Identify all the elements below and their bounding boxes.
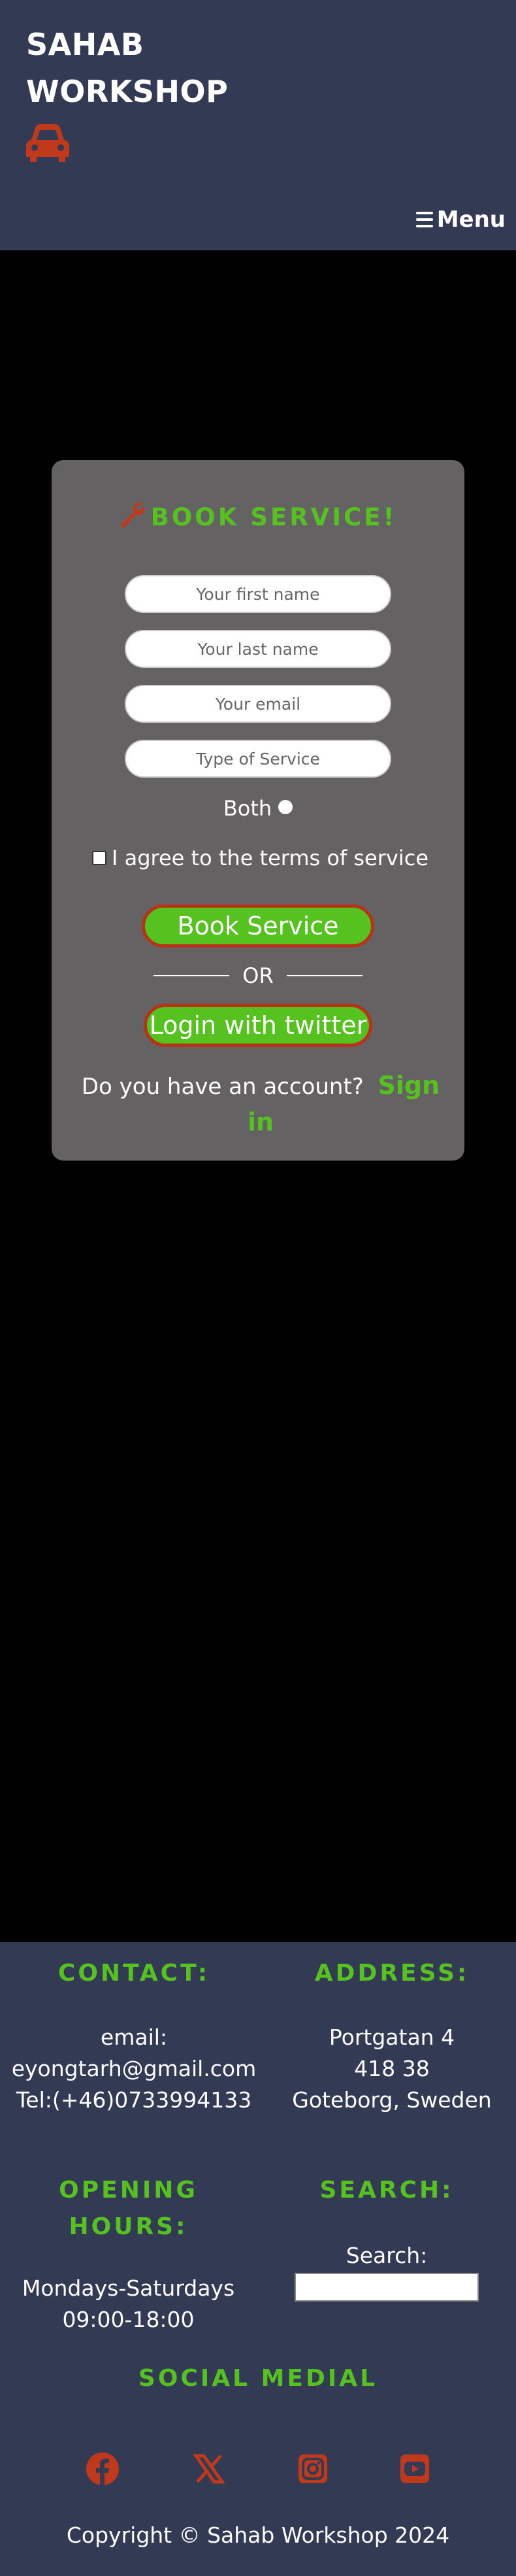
account-text: Do you have an account? — [81, 1074, 364, 1100]
divider-line-left — [153, 975, 230, 976]
account-prompt: Do you have an account? Sign in — [78, 1068, 443, 1141]
hours-heading: OPENING HOURS: — [26, 2172, 231, 2245]
brand-line-1: SAHAB — [26, 27, 144, 62]
or-label: OR — [242, 963, 274, 988]
site-header: SAHAB WORKSHOP Menu — [0, 0, 516, 250]
booking-title: BOOK SERVICE! — [52, 502, 464, 531]
service-type-input[interactable] — [125, 740, 391, 778]
hours-days: Mondays-Saturdays — [22, 2275, 235, 2301]
book-service-button[interactable]: Book Service — [142, 904, 374, 948]
first-name-input[interactable] — [125, 575, 391, 613]
x-icon[interactable] — [192, 2452, 226, 2486]
contact-phone[interactable]: Tel:(+46)0733994133 — [0, 2085, 268, 2116]
or-divider: OR — [52, 963, 464, 988]
hours-time: 09:00-18:00 — [62, 2307, 195, 2332]
booking-title-text: BOOK SERVICE! — [150, 503, 397, 531]
site-footer: CONTACT: email: eyongtarh@gmail.com Tel:… — [0, 1942, 516, 2576]
hours-heading-line-1: OPENING — [59, 2177, 198, 2204]
twitter-login-button[interactable]: Login with twitter — [144, 1004, 372, 1047]
footer-search-input[interactable] — [295, 2273, 479, 2302]
youtube-icon[interactable] — [398, 2452, 432, 2486]
hamburger-icon — [415, 212, 433, 227]
contact-email[interactable]: eyongtarh@gmail.com — [0, 2053, 268, 2085]
terms-checkbox[interactable] — [92, 851, 106, 865]
last-name-input[interactable] — [125, 630, 391, 668]
address-street: Portgatan 4 — [329, 2024, 455, 2050]
search-heading: SEARCH: — [319, 2177, 454, 2204]
copyright: Copyright © Sahab Workshop 2024 — [66, 2522, 450, 2548]
social-heading: SOCIAL MEDIAL — [138, 2365, 378, 2392]
service-radio[interactable]: Both — [52, 796, 464, 821]
hours-info: Mondays-Saturdays 09:00-18:00 — [0, 2273, 257, 2336]
brand-line-2: WORKSHOP — [26, 74, 229, 109]
hours-heading-line-2: HOURS: — [69, 2213, 188, 2240]
address-info: Portgatan 4 418 38 Goteborg, Sweden — [281, 2022, 503, 2116]
booking-card: BOOK SERVICE! Both I agree to the terms … — [52, 460, 464, 1161]
terms-row: I agree to the terms of service — [92, 846, 428, 870]
car-icon — [26, 124, 69, 162]
email-input[interactable] — [125, 685, 391, 723]
brand-name[interactable]: SAHAB WORKSHOP — [26, 21, 228, 115]
contact-info: email: eyongtarh@gmail.com Tel:(+46)0733… — [0, 2022, 268, 2116]
terms-label: I agree to the terms of service — [112, 846, 428, 870]
contact-heading: CONTACT: — [57, 1960, 210, 1987]
address-city: Goteborg, Sweden — [292, 2087, 492, 2113]
search-label: Search: — [346, 2243, 428, 2268]
radio-button[interactable] — [278, 800, 293, 814]
instagram-icon[interactable] — [296, 2452, 330, 2486]
contact-email-label: email: — [100, 2024, 168, 2050]
divider-line-right — [286, 975, 363, 976]
menu-button[interactable]: Menu — [415, 206, 506, 233]
menu-label: Menu — [436, 206, 506, 233]
radio-label: Both — [223, 796, 272, 821]
wrench-icon — [120, 503, 144, 528]
address-postcode: 418 38 — [354, 2056, 430, 2081]
address-heading: ADDRESS: — [314, 1960, 470, 1987]
facebook-icon[interactable] — [86, 2452, 120, 2486]
